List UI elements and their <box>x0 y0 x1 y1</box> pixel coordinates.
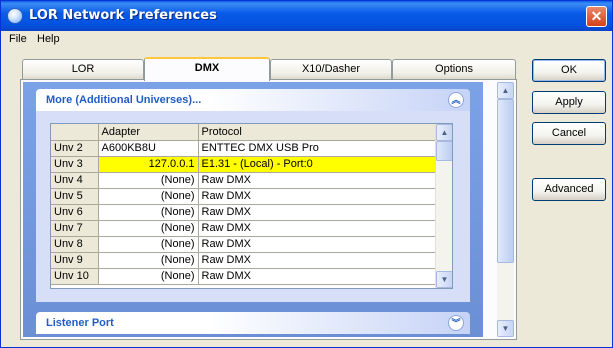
protocol-cell[interactable]: ENTTEC DMX USB Pro <box>198 140 436 157</box>
tab-options[interactable]: Options <box>392 59 516 79</box>
menu-help[interactable]: Help <box>37 33 60 45</box>
table-row[interactable]: Unv 2 A600KB8U ENTTEC DMX USB Pro <box>51 140 436 157</box>
tab-x10-dasher[interactable]: X10/Dasher <box>270 59 392 79</box>
table-row[interactable]: Unv 9 (None) Raw DMX <box>51 252 436 269</box>
panel-content: More (Additional Universes)... ︽ Adapter… <box>23 82 483 337</box>
app-icon <box>7 8 23 24</box>
grid-scroll-thumb[interactable] <box>436 141 452 161</box>
adapter-cell[interactable]: A600KB8U <box>98 140 199 157</box>
adapter-cell[interactable]: (None) <box>98 172 199 189</box>
tab-dmx[interactable]: DMX <box>144 57 270 81</box>
advanced-button[interactable]: Advanced <box>532 178 606 201</box>
protocol-cell[interactable]: Raw DMX <box>198 204 436 221</box>
universe-label: Unv 9 <box>51 252 99 269</box>
adapter-cell[interactable]: (None) <box>98 204 199 221</box>
dmx-tab-panel: More (Additional Universes)... ︽ Adapter… <box>20 79 517 340</box>
table-row[interactable]: Unv 6 (None) Raw DMX <box>51 204 436 221</box>
adapter-cell[interactable]: (None) <box>98 220 199 237</box>
protocol-cell[interactable]: Raw DMX <box>198 236 436 253</box>
universe-label: Unv 4 <box>51 172 99 189</box>
universe-label: Unv 2 <box>51 140 99 157</box>
table-row[interactable]: Unv 10 (None) Raw DMX <box>51 268 436 285</box>
listener-port-group-header[interactable]: Listener Port ︾ <box>36 312 470 334</box>
protocol-cell[interactable]: Raw DMX <box>198 252 436 269</box>
listener-port-title: Listener Port <box>46 317 114 329</box>
protocol-cell[interactable]: Raw DMX <box>198 188 436 205</box>
grid-vertical-scrollbar[interactable]: ▲ ▼ <box>435 124 452 288</box>
table-row[interactable]: Unv 4 (None) Raw DMX <box>51 172 436 189</box>
table-row[interactable]: Unv 3 127.0.0.1 E1.31 - (Local) - Port:0 <box>51 156 436 173</box>
menu-bar: File Help <box>1 31 612 49</box>
universe-label: Unv 10 <box>51 268 99 285</box>
protocol-cell[interactable]: E1.31 - (Local) - Port:0 <box>198 156 436 173</box>
universe-label: Unv 7 <box>51 220 99 237</box>
universes-group-header[interactable]: More (Additional Universes)... ︽ <box>36 89 470 111</box>
adapter-cell[interactable]: (None) <box>98 268 199 285</box>
adapter-column-header[interactable]: Adapter <box>98 124 199 141</box>
protocol-cell[interactable]: Raw DMX <box>198 220 436 237</box>
protocol-cell[interactable]: Raw DMX <box>198 172 436 189</box>
grid-scroll-up-icon[interactable]: ▲ <box>436 124 452 141</box>
window-title: LOR Network Preferences <box>29 8 217 23</box>
cancel-button[interactable]: Cancel <box>532 122 606 145</box>
adapter-cell[interactable]: (None) <box>98 236 199 253</box>
protocol-cell[interactable]: Raw DMX <box>198 268 436 285</box>
universe-grid[interactable]: Adapter Protocol Unv 2 A600KB8U ENTTEC D… <box>50 123 453 289</box>
grid-corner-header <box>51 124 99 141</box>
universes-group-body: Adapter Protocol Unv 2 A600KB8U ENTTEC D… <box>36 111 470 302</box>
collapse-icon[interactable]: ︽ <box>448 92 464 108</box>
expand-icon[interactable]: ︾ <box>448 315 464 331</box>
universe-label: Unv 6 <box>51 204 99 221</box>
panel-scroll-up-icon[interactable]: ▲ <box>497 82 514 99</box>
adapter-cell[interactable]: (None) <box>98 252 199 269</box>
universe-label: Unv 5 <box>51 188 99 205</box>
panel-scroll-thumb[interactable] <box>497 99 514 263</box>
grid-header-row: Adapter Protocol <box>51 124 436 141</box>
panel-scroll-down-icon[interactable]: ▼ <box>497 320 514 337</box>
table-row[interactable]: Unv 8 (None) Raw DMX <box>51 236 436 253</box>
adapter-cell[interactable]: 127.0.0.1 <box>98 156 199 173</box>
universe-label: Unv 3 <box>51 156 99 173</box>
tab-lor[interactable]: LOR <box>22 59 144 79</box>
menu-file[interactable]: File <box>9 33 27 45</box>
universe-table: Adapter Protocol Unv 2 A600KB8U ENTTEC D… <box>51 124 436 285</box>
close-button[interactable]: ✕ <box>586 6 607 27</box>
title-bar[interactable]: LOR Network Preferences ✕ <box>1 1 612 31</box>
adapter-cell[interactable]: (None) <box>98 188 199 205</box>
ok-button[interactable]: OK <box>532 59 606 82</box>
protocol-column-header[interactable]: Protocol <box>198 124 436 141</box>
main-window: LOR Network Preferences ✕ File Help LOR … <box>0 0 613 348</box>
table-row[interactable]: Unv 5 (None) Raw DMX <box>51 188 436 205</box>
apply-button[interactable]: Apply <box>532 91 606 114</box>
panel-vertical-scrollbar[interactable]: ▲ ▼ <box>497 82 514 337</box>
universe-label: Unv 8 <box>51 236 99 253</box>
table-row[interactable]: Unv 7 (None) Raw DMX <box>51 220 436 237</box>
universes-group-title: More (Additional Universes)... <box>46 94 202 106</box>
grid-scroll-down-icon[interactable]: ▼ <box>436 271 452 288</box>
